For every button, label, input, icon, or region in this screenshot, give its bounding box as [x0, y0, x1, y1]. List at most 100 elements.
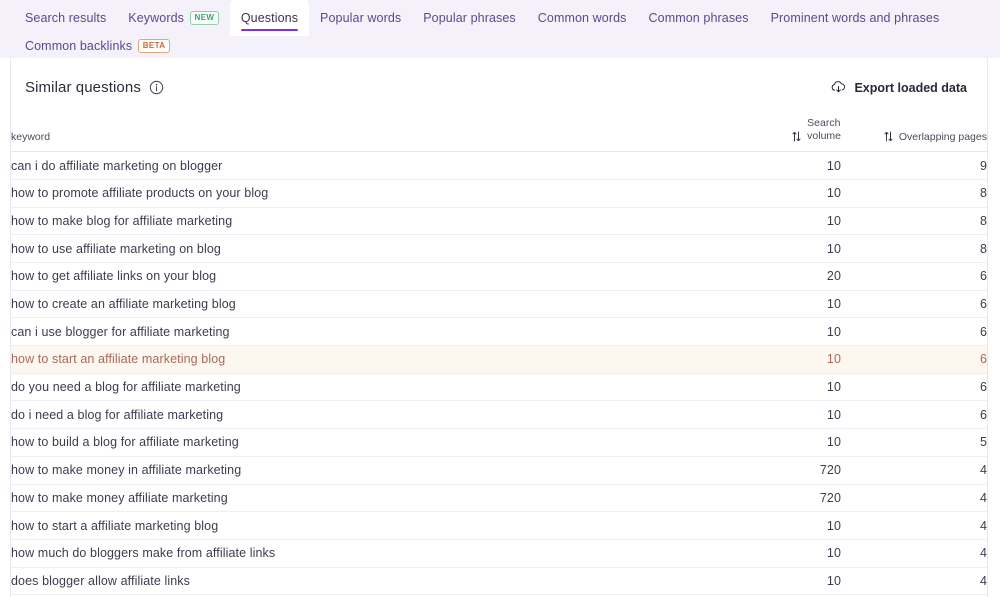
cell-search-volume: 10	[719, 179, 841, 208]
tab-questions[interactable]: Questions	[229, 0, 310, 36]
table-row[interactable]: do i need a blog for affiliate marketing…	[11, 400, 987, 430]
tab-label: Common phrases	[648, 11, 749, 25]
table-row[interactable]: how to make money in affiliate marketing…	[11, 456, 987, 485]
cloud-download-icon	[830, 80, 847, 95]
cell-keyword[interactable]: do i need a blog for affiliate marketing	[11, 400, 719, 430]
cell-overlapping-pages: 6	[841, 400, 987, 430]
cell-overlapping-pages: 4	[841, 484, 987, 513]
cell-search-volume: 10	[719, 567, 841, 596]
cell-search-volume: 10	[719, 428, 841, 457]
similar-questions-table: keyword Search volume Overlapping pages …	[11, 111, 987, 596]
cell-keyword[interactable]: do you need a blog for affiliate marketi…	[11, 373, 719, 402]
cell-search-volume: 10	[719, 151, 841, 180]
info-icon[interactable]	[149, 80, 164, 95]
cell-overlapping-pages: 5	[841, 428, 987, 457]
cell-overlapping-pages: 6	[841, 290, 987, 319]
column-header-overlapping-pages[interactable]: Overlapping pages	[841, 111, 987, 153]
column-header-keyword[interactable]: keyword	[11, 111, 719, 153]
table-row[interactable]: how much do bloggers make from affiliate…	[11, 539, 987, 568]
cell-search-volume: 10	[719, 317, 841, 347]
cell-keyword[interactable]: how to promote affiliate products on you…	[11, 179, 719, 208]
tab-popular-phrases[interactable]: Popular phrases	[412, 0, 527, 36]
tab-badge-beta: BETA	[138, 38, 170, 54]
tab-bar: Search results Keywords NEW Questions Popula…	[0, 0, 1000, 58]
tab-label: Keywords	[128, 11, 184, 25]
table-row[interactable]: how to build a blog for affiliate market…	[11, 428, 987, 457]
table-row[interactable]: can i use blogger for affiliate marketin…	[11, 317, 987, 347]
cell-search-volume: 10	[719, 539, 841, 568]
search-volume-line2: volume	[807, 130, 841, 143]
table-header-row: keyword Search volume Overlapping pages	[11, 111, 987, 153]
similar-questions-panel: Similar questions Export loaded data key…	[10, 58, 988, 597]
tab-search-results[interactable]: Search results	[14, 0, 117, 36]
cell-keyword[interactable]: how to build a blog for affiliate market…	[11, 428, 719, 457]
table-body: can i do affiliate marketing on blogger 1…	[11, 151, 987, 596]
table-row[interactable]: how to make money affiliate marketing 720…	[11, 484, 987, 513]
cell-overlapping-pages: 6	[841, 262, 987, 291]
tab-common-words[interactable]: Common words	[527, 0, 638, 36]
tab-label: Questions	[240, 11, 299, 25]
cell-keyword[interactable]: how to get affiliate links on your blog	[11, 262, 719, 291]
questions-report-page: Search results Keywords NEW Questions Popula…	[0, 0, 1000, 597]
cell-overlapping-pages: 8	[841, 179, 987, 208]
tab-label: Common words	[537, 11, 627, 25]
cell-search-volume: 10	[719, 511, 841, 540]
tab-keywords[interactable]: Keywords NEW	[117, 0, 230, 36]
cell-keyword[interactable]: how to create an affiliate marketing blo…	[11, 290, 719, 319]
tab-label: Prominent words and phrases	[770, 11, 940, 25]
cell-keyword[interactable]: can i use blogger for affiliate marketin…	[11, 317, 719, 347]
table-row[interactable]: how to get affiliate links on your blog 2…	[11, 262, 987, 291]
column-header-search-volume[interactable]: Search volume	[719, 111, 841, 153]
cell-keyword[interactable]: how to make blog for affiliate marketing	[11, 207, 719, 236]
tab-common-backlinks[interactable]: Common backlinks BETA	[14, 36, 181, 58]
table-row[interactable]: can i do affiliate marketing on blogger 1…	[11, 151, 987, 180]
cell-overlapping-pages: 6	[841, 373, 987, 402]
panel-title-text: Similar questions	[25, 79, 141, 96]
column-header-keyword-label: keyword	[11, 131, 51, 144]
export-label: Export loaded data	[854, 80, 967, 95]
table-row[interactable]: how to use affiliate marketing on blog 10…	[11, 234, 987, 263]
cell-search-volume: 720	[719, 456, 841, 485]
tab-label: Popular words	[320, 11, 402, 25]
tab-row-primary: Search results Keywords NEW Questions Popula…	[0, 0, 1000, 36]
table-row[interactable]: how to make blog for affiliate marketing…	[11, 207, 987, 236]
tab-common-phrases[interactable]: Common phrases	[638, 0, 760, 36]
cell-keyword[interactable]: does blogger allow affiliate links	[11, 567, 719, 596]
cell-overlapping-pages: 4	[841, 567, 987, 596]
tab-row-secondary: Common backlinks BETA	[0, 36, 1000, 58]
cell-search-volume: 720	[719, 484, 841, 513]
cell-keyword[interactable]: how to make money in affiliate marketing	[11, 456, 719, 485]
table-row[interactable]: does blogger allow affiliate links 10 4	[11, 567, 987, 596]
table-row[interactable]: how to start an affiliate marketing blog…	[11, 345, 987, 374]
cell-keyword[interactable]: how to start a affiliate marketing blog	[11, 511, 719, 540]
cell-keyword[interactable]: can i do affiliate marketing on blogger	[11, 151, 719, 180]
tab-prominent-words-and-phrases[interactable]: Prominent words and phrases	[760, 0, 951, 36]
panel-header: Similar questions Export loaded data	[11, 58, 987, 111]
cell-search-volume: 10	[719, 345, 841, 374]
table-row[interactable]: do you need a blog for affiliate marketi…	[11, 373, 987, 402]
tab-badge-new: NEW	[189, 10, 219, 26]
column-header-search-volume-label: Search volume	[807, 117, 841, 143]
cell-keyword[interactable]: how to start an affiliate marketing blog	[11, 345, 719, 374]
active-tab-underline	[240, 28, 299, 31]
table-row[interactable]: how to promote affiliate products on you…	[11, 179, 987, 208]
cell-search-volume: 20	[719, 262, 841, 291]
cell-search-volume: 10	[719, 400, 841, 430]
cell-keyword[interactable]: how to make money affiliate marketing	[11, 484, 719, 513]
page-title: Similar questions	[25, 79, 164, 96]
sort-arrows-icon[interactable]	[792, 131, 801, 142]
tab-popular-words[interactable]: Popular words	[309, 0, 412, 36]
cell-search-volume: 10	[719, 290, 841, 319]
tab-label: Common backlinks	[25, 39, 133, 53]
cell-search-volume: 10	[719, 207, 841, 236]
cell-overlapping-pages: 6	[841, 345, 987, 374]
cell-keyword[interactable]: how much do bloggers make from affiliate…	[11, 539, 719, 568]
tab-label: Search results	[25, 11, 107, 25]
cell-keyword[interactable]: how to use affiliate marketing on blog	[11, 234, 719, 263]
sort-arrows-icon[interactable]	[884, 131, 893, 142]
export-loaded-data-button[interactable]: Export loaded data	[826, 78, 971, 97]
table-row[interactable]: how to start a affiliate marketing blog 1…	[11, 511, 987, 540]
cell-search-volume: 10	[719, 234, 841, 263]
cell-search-volume: 10	[719, 373, 841, 402]
table-row[interactable]: how to create an affiliate marketing blo…	[11, 290, 987, 319]
